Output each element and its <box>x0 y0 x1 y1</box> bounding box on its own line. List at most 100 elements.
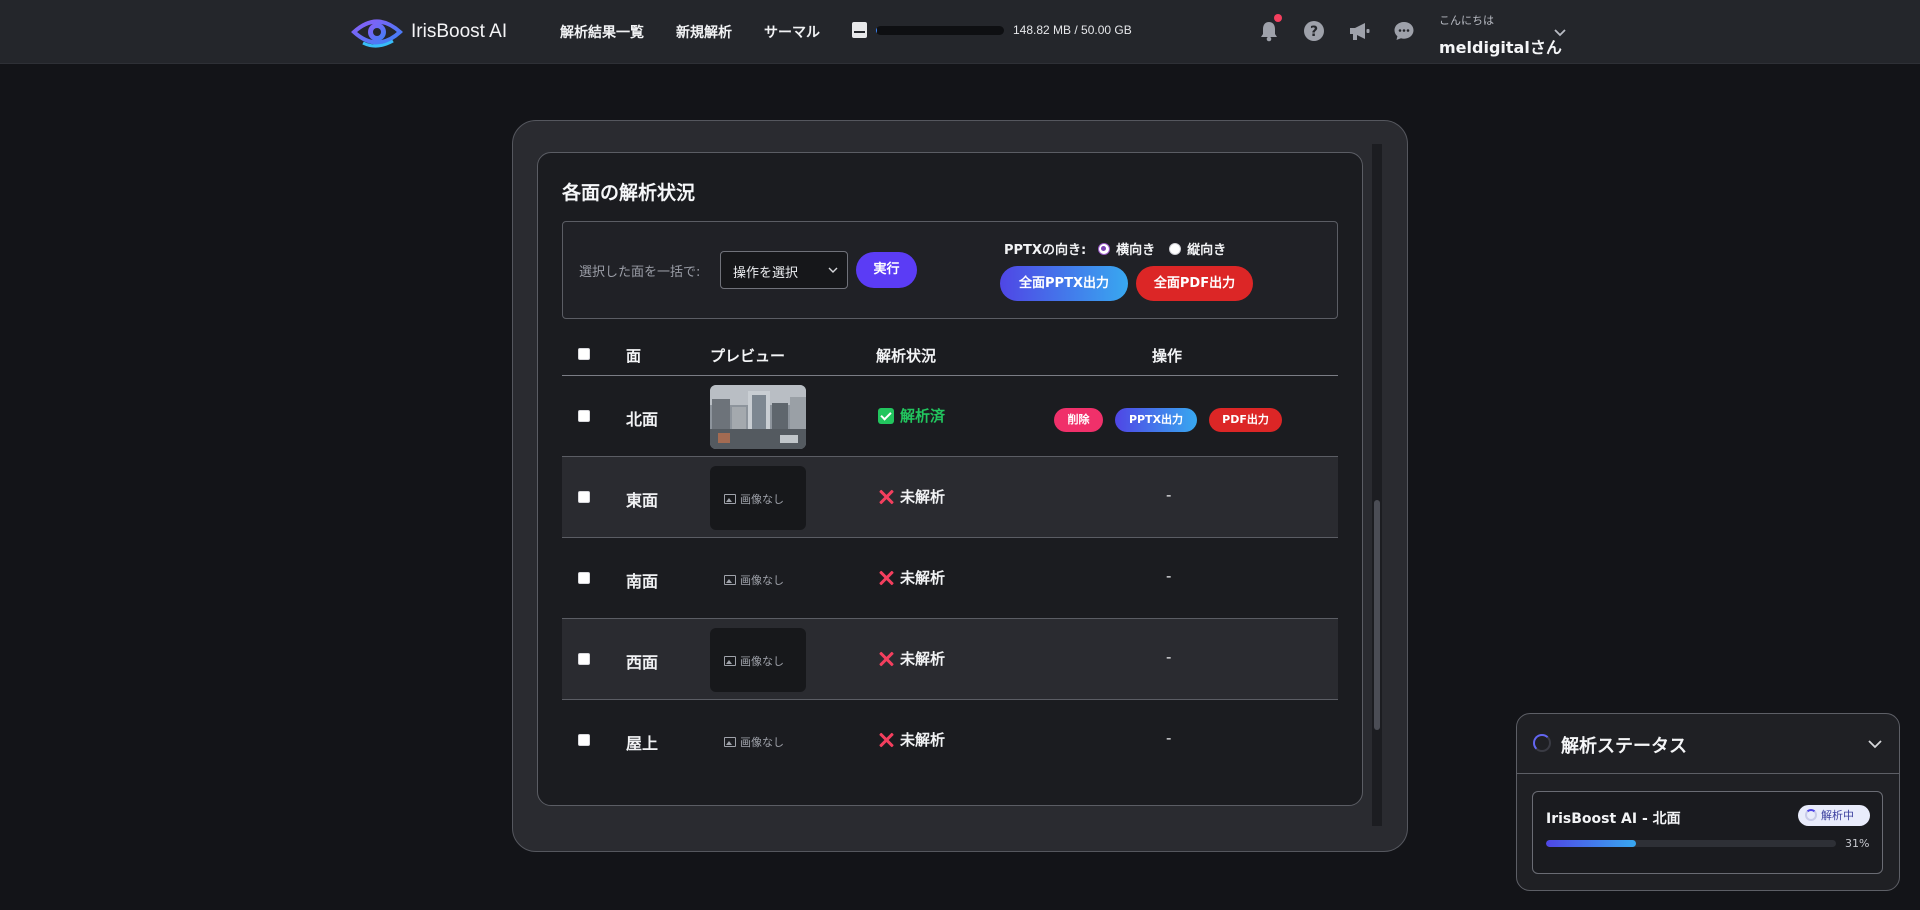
col-header-status: 解析状況 <box>876 347 937 365</box>
status-text: 未解析 <box>900 488 946 506</box>
status-text: 未解析 <box>900 650 946 668</box>
chat-icon[interactable] <box>1393 20 1415 42</box>
col-header-preview: プレビュー <box>710 347 786 365</box>
megaphone-icon[interactable] <box>1348 20 1370 42</box>
chevron-down-icon[interactable] <box>1867 736 1883 752</box>
face-name: 北面 <box>626 410 659 429</box>
no-image-text: 画像なし <box>740 493 784 506</box>
job-status-text: 解析中 <box>1821 809 1854 822</box>
analysis-status: 解析済 <box>878 405 945 426</box>
greeting-text: こんにちは <box>1439 14 1494 27</box>
table-row: 北面 解析済 削除 PPTX出力 PDF出力 <box>562 376 1338 457</box>
svg-text:?: ? <box>1310 24 1318 40</box>
no-actions: - <box>1166 648 1172 666</box>
row-checkbox[interactable] <box>578 734 590 746</box>
bulk-action-select[interactable]: 操作を選択 <box>720 251 848 289</box>
no-actions: - <box>1166 567 1172 585</box>
user-name: meldigitalさん <box>1439 38 1562 57</box>
face-name: 屋上 <box>626 734 659 753</box>
table-row: 南面 画像なし 未解析 - <box>562 538 1338 619</box>
preview-placeholder: 画像なし <box>710 709 806 773</box>
radio-landscape-label: 横向き <box>1116 243 1156 258</box>
storage-usage: 148.82 MB / 50.00 GB <box>852 22 1132 38</box>
radio-landscape[interactable] <box>1098 242 1111 255</box>
no-actions: - <box>1166 729 1172 747</box>
main-nav: 解析結果一覧 新規解析 サーマル <box>560 22 820 42</box>
eye-logo-icon <box>351 19 403 48</box>
analysis-status: 未解析 <box>878 567 945 588</box>
nav-results-list[interactable]: 解析結果一覧 <box>560 22 644 42</box>
col-header-face: 面 <box>626 347 642 365</box>
notification-dot <box>1274 14 1282 22</box>
face-name: 東面 <box>626 491 659 510</box>
job-card <box>1532 791 1883 874</box>
status-text: 未解析 <box>900 569 946 587</box>
user-greeting[interactable]: こんにちは meldigitalさん <box>1439 12 1562 58</box>
select-all-checkbox[interactable] <box>578 348 590 360</box>
pdf-export-button[interactable]: PDF出力 <box>1209 408 1282 432</box>
app-logo[interactable]: IrisBoost AI <box>351 13 507 51</box>
bulk-action-label: 選択した面を一括で: <box>579 265 701 280</box>
pptx-orientation: PPTXの向き: 横向き 縦向き <box>1004 239 1226 258</box>
radio-portrait[interactable] <box>1169 242 1182 255</box>
no-actions: - <box>1166 486 1172 504</box>
spinner-icon <box>1533 734 1551 752</box>
table-row: 西面 画像なし 未解析 - <box>562 619 1338 700</box>
bulk-action-select-value: 操作を選択 <box>733 266 799 281</box>
delete-button[interactable]: 削除 <box>1054 408 1103 432</box>
pptx-export-button[interactable]: PPTX出力 <box>1115 408 1197 432</box>
no-image-text: 画像なし <box>740 655 784 668</box>
export-all-pdf-button[interactable]: 全面PDF出力 <box>1136 266 1253 301</box>
row-checkbox[interactable] <box>578 491 590 503</box>
preview-placeholder: 画像なし <box>710 547 806 611</box>
storage-drive-icon <box>852 22 867 38</box>
bell-icon[interactable] <box>1258 14 1282 42</box>
face-name: 南面 <box>626 572 659 591</box>
check-icon <box>878 407 894 424</box>
nav-thermal[interactable]: サーマル <box>764 22 820 42</box>
cross-icon <box>878 489 894 505</box>
preview-placeholder: 画像なし <box>710 466 806 530</box>
preview-placeholder: 画像なし <box>710 628 806 692</box>
analysis-status: 未解析 <box>878 648 945 669</box>
image-icon <box>724 656 736 666</box>
chevron-down-icon[interactable] <box>1552 24 1568 40</box>
nav-new-analysis[interactable]: 新規解析 <box>676 22 732 42</box>
table-row: 東面 画像なし 未解析 - <box>562 457 1338 538</box>
no-image-text: 画像なし <box>740 574 784 587</box>
status-text: 解析済 <box>900 407 946 425</box>
job-progress-bar <box>1546 840 1836 847</box>
run-button[interactable]: 実行 <box>856 252 917 288</box>
orientation-label: PPTXの向き: <box>1004 243 1087 258</box>
row-checkbox[interactable] <box>578 653 590 665</box>
preview-image[interactable] <box>710 385 806 449</box>
spinner-icon <box>1805 809 1817 821</box>
radio-portrait-label: 縦向き <box>1187 243 1227 258</box>
help-icon[interactable]: ? <box>1303 20 1325 42</box>
job-status-badge: 解析中 <box>1798 805 1870 826</box>
card-title: 各面の解析状況 <box>562 182 696 204</box>
cross-icon <box>878 732 894 748</box>
table-row: 屋上 画像なし 未解析 - <box>562 700 1338 781</box>
analysis-status: 未解析 <box>878 486 945 507</box>
face-name: 西面 <box>626 653 659 672</box>
image-icon <box>724 575 736 585</box>
app-name: IrisBoost AI <box>411 21 508 42</box>
cross-icon <box>878 570 894 586</box>
scrollbar-thumb[interactable] <box>1374 500 1380 730</box>
row-checkbox[interactable] <box>578 410 590 422</box>
image-icon <box>724 737 736 747</box>
job-title: IrisBoost AI - 北面 <box>1546 811 1681 827</box>
status-text: 未解析 <box>900 731 946 749</box>
analysis-status: 未解析 <box>878 729 945 750</box>
row-checkbox[interactable] <box>578 572 590 584</box>
no-image-text: 画像なし <box>740 736 784 749</box>
job-progress-fill <box>1546 840 1636 847</box>
export-all-pptx-button[interactable]: 全面PPTX出力 <box>1000 266 1128 301</box>
cross-icon <box>878 651 894 667</box>
image-icon <box>724 494 736 504</box>
widget-title: 解析ステータス <box>1561 736 1687 757</box>
job-progress-text: 31% <box>1845 837 1870 850</box>
chevron-down-icon <box>828 267 838 273</box>
storage-bar <box>876 25 1004 35</box>
